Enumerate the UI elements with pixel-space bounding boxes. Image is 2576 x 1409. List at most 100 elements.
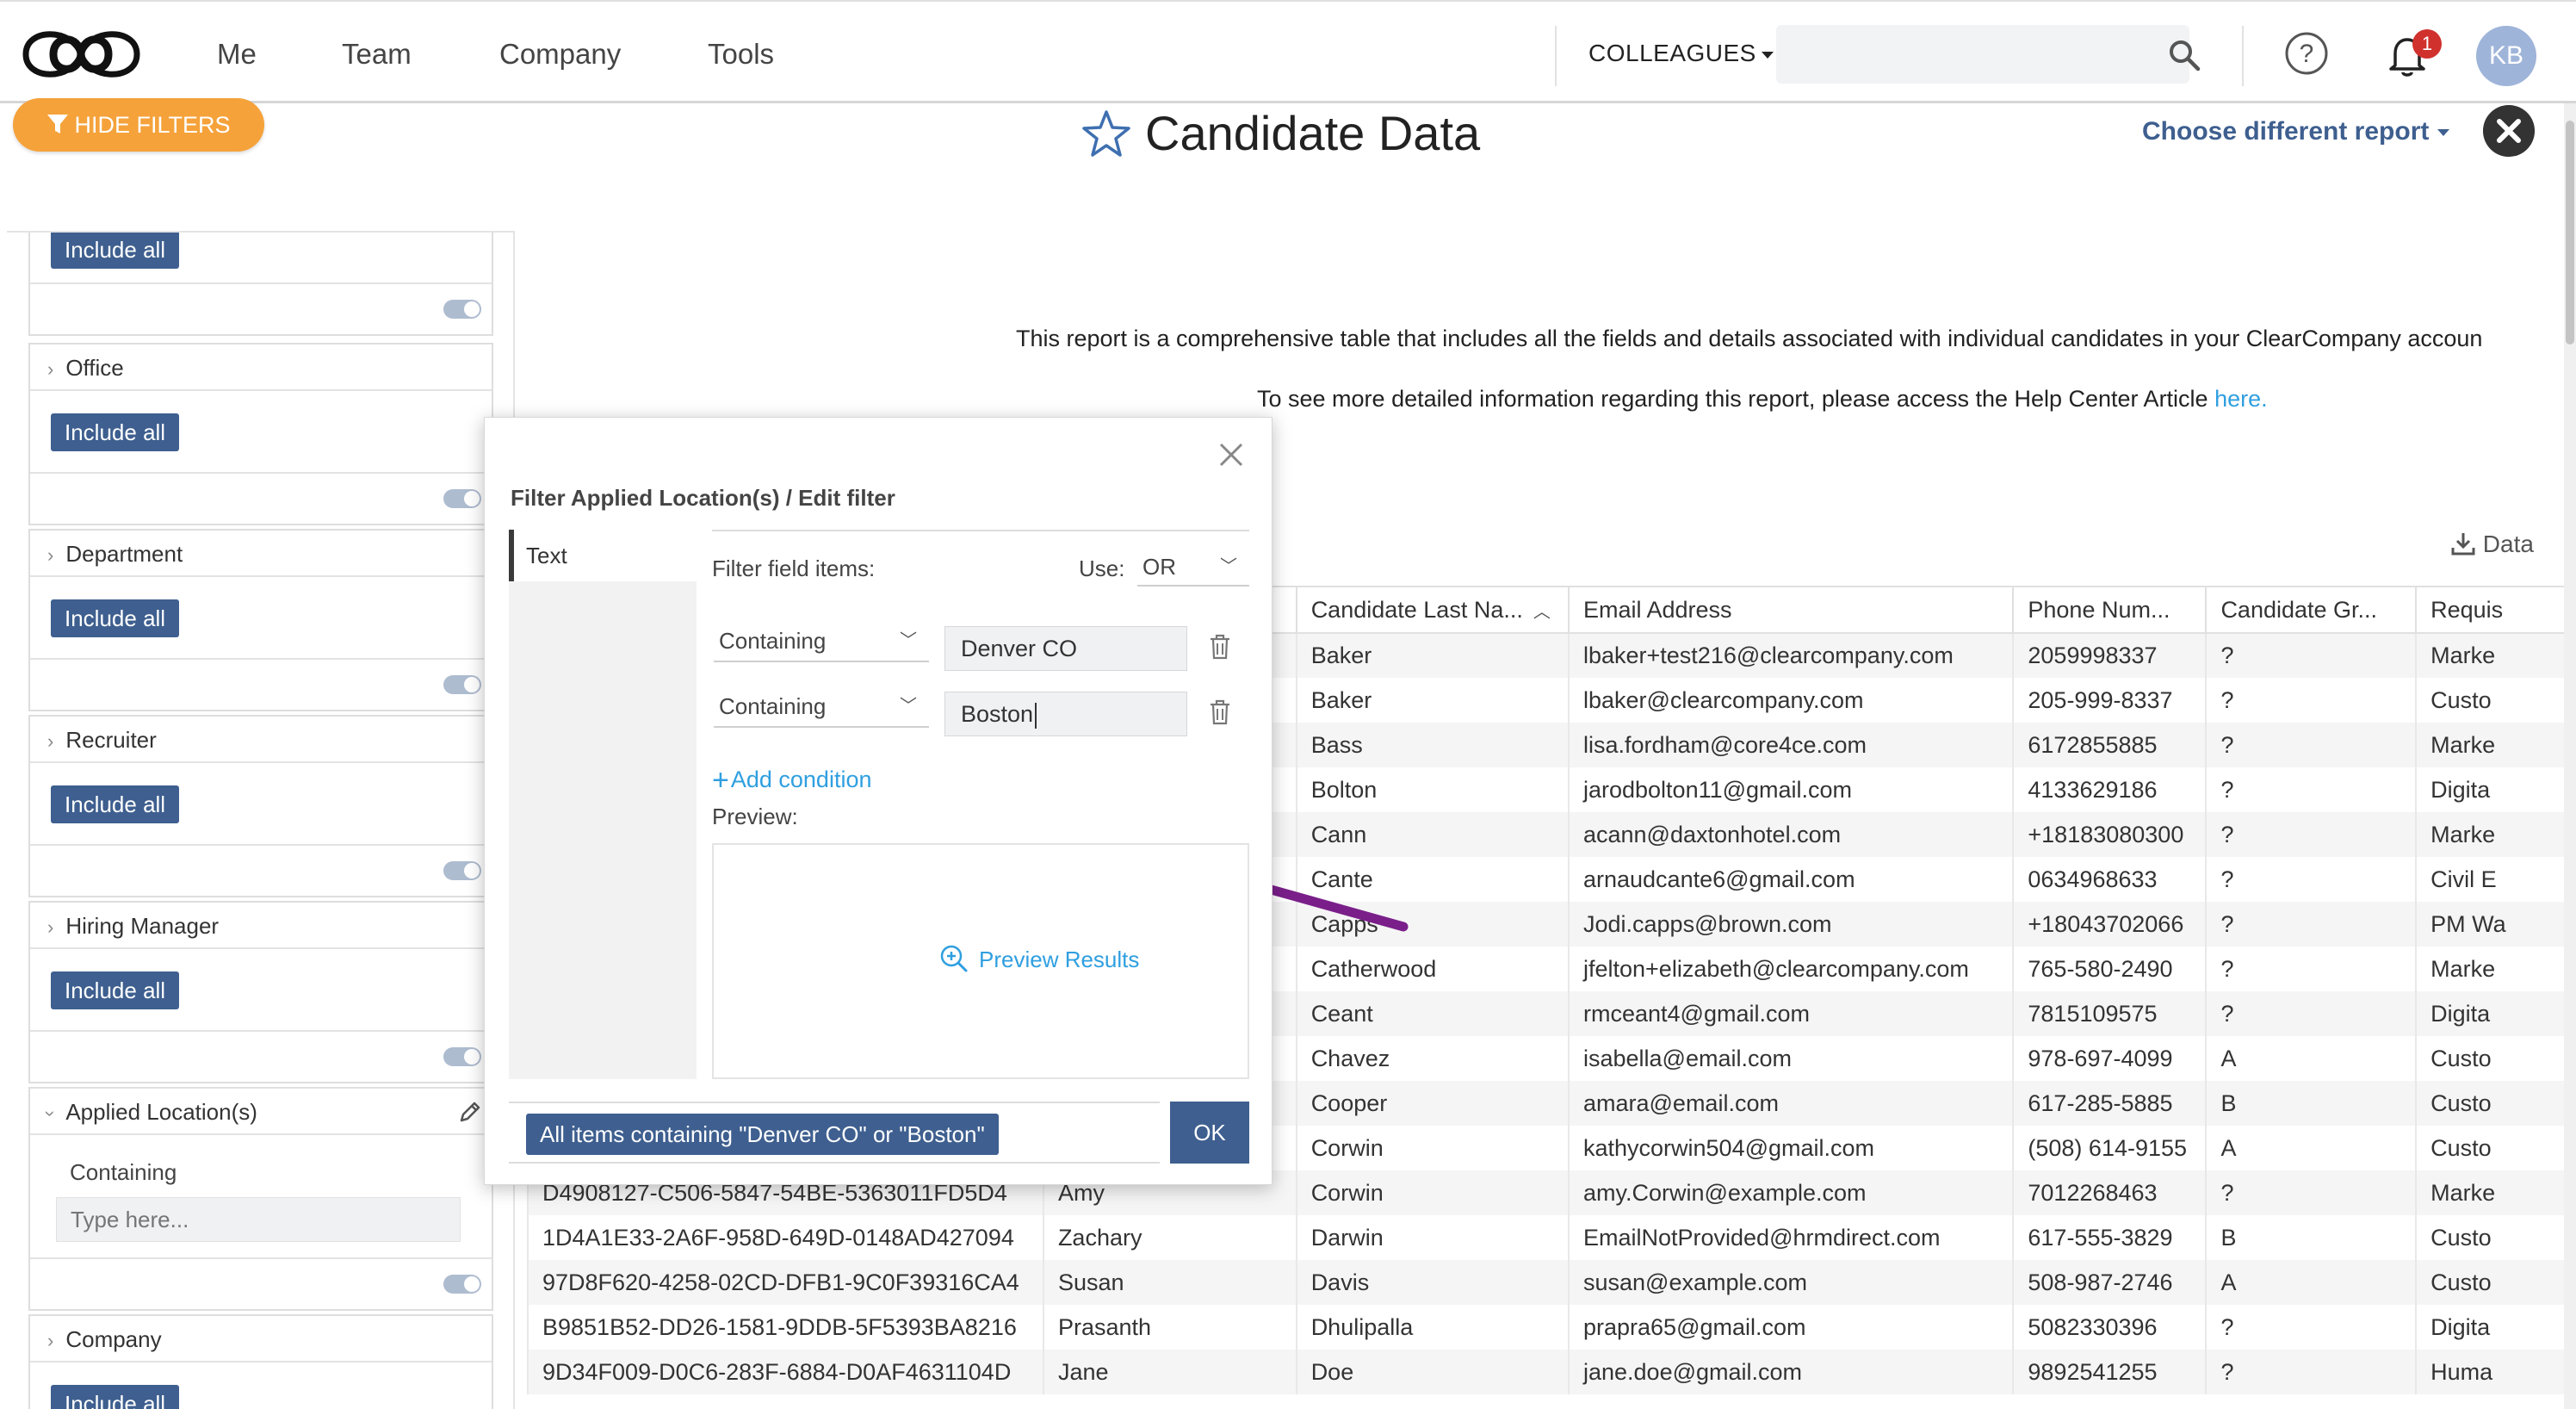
include-all-button[interactable]: Include all: [51, 1385, 180, 1409]
table-cell: ?: [2205, 767, 2418, 812]
svg-text:?: ?: [2300, 40, 2314, 68]
table-cell: Digita: [2415, 767, 2576, 812]
table-cell: Baker: [1295, 633, 1570, 678]
filter-group-header[interactable]: › Recruiter: [30, 717, 492, 763]
choose-report-dropdown[interactable]: Choose different report: [2142, 117, 2450, 146]
pencil-icon[interactable]: [457, 1099, 483, 1125]
column-header[interactable]: Candidate Gr...: [2205, 586, 2418, 634]
data-export-button[interactable]: Data: [2450, 531, 2534, 558]
filter-group-recruiter: › Recruiter Include all: [28, 715, 493, 897]
table-cell: amy.Corwin@example.com: [1567, 1170, 2015, 1215]
table-cell: Cooper: [1295, 1081, 1570, 1126]
table-cell: Zachary: [1042, 1215, 1297, 1260]
condition-operator-select[interactable]: Containing ﹀: [714, 685, 929, 728]
caret-down-icon: [1761, 51, 1774, 59]
nav-company[interactable]: Company: [499, 38, 621, 71]
include-all-button[interactable]: Include all: [51, 785, 180, 823]
filter-toggle[interactable]: [443, 861, 481, 880]
condition-value-input[interactable]: Boston: [944, 692, 1187, 736]
condition-operator-value: Containing: [719, 628, 827, 654]
condition-operator-select[interactable]: Containing ﹀: [714, 619, 929, 662]
filter-group-label: Recruiter: [65, 727, 157, 753]
use-operator-select[interactable]: OR ﹀: [1137, 547, 1249, 587]
filter-toggle[interactable]: [443, 1275, 481, 1294]
edit-filter-modal: Filter Applied Location(s) / Edit filter…: [484, 417, 1273, 1185]
include-all-button[interactable]: Include all: [51, 971, 180, 1009]
filter-group-header[interactable]: › Hiring Manager: [30, 903, 492, 949]
close-icon[interactable]: [1217, 440, 1246, 469]
condition-value-input[interactable]: Denver CO: [944, 626, 1187, 671]
add-condition-button[interactable]: +Add condition: [712, 764, 871, 798]
filter-group-partial: Include all: [28, 233, 493, 336]
chevron-down-icon: ﹀: [900, 631, 917, 650]
tab-text[interactable]: Text: [509, 530, 697, 581]
help-center-link[interactable]: here.: [2214, 386, 2268, 412]
company-logo-icon[interactable]: [19, 19, 144, 90]
search-input[interactable]: [1776, 25, 2189, 84]
table-row[interactable]: B9851B52-DD26-1581-9DDB-5F5393BA8216 Pras…: [527, 1305, 2576, 1350]
table-cell: Chavez: [1295, 1036, 1570, 1081]
table-cell: Custo: [2415, 1215, 2576, 1260]
preview-results-button[interactable]: Preview Results: [939, 945, 1139, 973]
filter-toggle[interactable]: [443, 1047, 481, 1066]
include-all-button[interactable]: Include all: [51, 413, 180, 451]
table-cell: acann@daxtonhotel.com: [1567, 812, 2015, 857]
nav-me[interactable]: Me: [217, 38, 257, 71]
table-cell: A: [2205, 1036, 2418, 1081]
table-cell: kathycorwin504@gmail.com: [1567, 1126, 2015, 1170]
close-report-icon[interactable]: [2483, 105, 2535, 157]
filter-group-header[interactable]: › Department: [30, 531, 492, 577]
filters-sidebar: Include all › Office Include all › Departm…: [7, 231, 515, 1409]
help-icon[interactable]: ?: [2284, 31, 2329, 76]
table-cell: ?: [2205, 1170, 2418, 1215]
filter-toggle[interactable]: [443, 489, 481, 508]
preview-label: Preview:: [712, 804, 798, 829]
table-cell: 7815109575: [2012, 991, 2208, 1036]
table-cell: PM Wa: [2415, 902, 2576, 947]
column-header[interactable]: Requis: [2415, 586, 2576, 634]
table-row[interactable]: 1D4A1E33-2A6F-958D-649D-0148AD427094 Zach…: [527, 1215, 2576, 1260]
hide-filters-button[interactable]: HIDE FILTERS: [13, 98, 264, 152]
include-all-button[interactable]: Include all: [51, 599, 180, 637]
ok-button[interactable]: OK: [1170, 1102, 1249, 1164]
avatar[interactable]: KB: [2476, 26, 2536, 86]
filter-toggle[interactable]: [443, 675, 481, 694]
filter-group-header[interactable]: › Company: [30, 1316, 492, 1362]
sort-asc-icon[interactable]: ︿: [1533, 598, 1551, 623]
divider: [712, 530, 1249, 531]
nav-tools[interactable]: Tools: [708, 38, 774, 71]
table-cell: Digita: [2415, 991, 2576, 1036]
table-cell: Prasanth: [1042, 1305, 1297, 1350]
filter-group-label: Applied Location(s): [65, 1099, 257, 1125]
scrollbar-thumb[interactable]: [2566, 121, 2574, 344]
table-row[interactable]: 97D8F620-4258-02CD-DFB1-9C0F39316CA4 Susa…: [527, 1260, 2576, 1305]
trash-icon[interactable]: [1208, 698, 1232, 726]
star-icon[interactable]: [1081, 109, 1132, 160]
column-header[interactable]: Phone Num...: [2012, 586, 2208, 634]
use-label: Use:: [1079, 556, 1125, 581]
chevron-right-icon: ›: [47, 730, 54, 752]
table-cell: Marke: [2415, 633, 2576, 678]
colleagues-dropdown[interactable]: COLLEAGUES: [1588, 40, 1774, 67]
table-cell: ?: [2205, 633, 2418, 678]
table-cell: Cann: [1295, 812, 1570, 857]
report-description: This report is a comprehensive table tha…: [1016, 326, 2483, 351]
filter-toggle[interactable]: [443, 300, 481, 319]
filter-summary-badge: All items containing "Denver CO" or "Bos…: [526, 1114, 999, 1155]
trash-icon[interactable]: [1208, 633, 1232, 661]
nav-team[interactable]: Team: [342, 38, 412, 71]
column-header-last-name[interactable]: Candidate Last Na... ︿: [1295, 586, 1570, 634]
table-cell: 617-285-5885: [2012, 1081, 2208, 1126]
chevron-down-icon: ›: [40, 1110, 62, 1117]
filter-group-header[interactable]: › Office: [30, 344, 492, 391]
search-icon[interactable]: [2167, 38, 2201, 72]
condition-value-text: Boston: [961, 701, 1034, 727]
table-cell: Davis: [1295, 1260, 1570, 1305]
modal-title: Filter Applied Location(s) / Edit filter: [511, 485, 895, 511]
chevron-right-icon: ›: [47, 358, 54, 380]
column-header[interactable]: Email Address: [1567, 586, 2015, 634]
include-all-button[interactable]: Include all: [51, 233, 180, 269]
table-row[interactable]: 9D34F009-D0C6-283F-6884-D0AF4631104D Jane…: [527, 1350, 2576, 1394]
filter-group-header[interactable]: › Applied Location(s): [30, 1089, 492, 1135]
location-filter-input[interactable]: [56, 1197, 461, 1242]
